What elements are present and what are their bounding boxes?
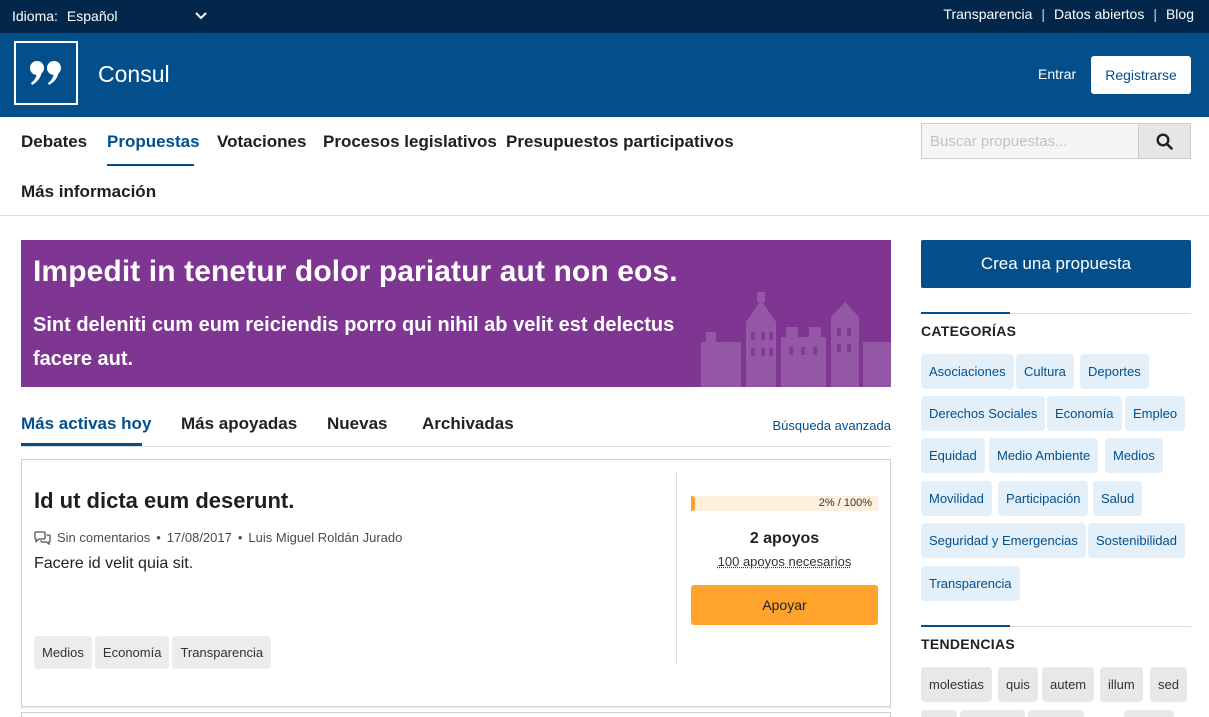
link-blog[interactable]: Blog — [1166, 6, 1194, 22]
proposal-author: Luis Miguel Roldán Jurado — [248, 530, 403, 545]
trend-tag[interactable]: illum — [1100, 667, 1143, 702]
meta-separator: • — [156, 530, 161, 545]
meta-separator: • — [237, 530, 243, 545]
categories-heading: CATEGORÍAS — [921, 323, 1017, 339]
separator: | — [1153, 6, 1157, 22]
category-tag[interactable]: Economía — [1047, 396, 1122, 431]
tag-economia[interactable]: Economía — [94, 636, 170, 669]
category-tag[interactable]: Transparencia — [921, 566, 1020, 601]
site-header: Consul Entrar Registrarse — [0, 33, 1209, 117]
create-proposal-button[interactable]: Crea una propuesta — [921, 240, 1191, 288]
category-tag[interactable]: Medio Ambiente — [989, 438, 1099, 473]
card-divider — [676, 472, 677, 664]
supports-needed: 100 apoyos necesarios — [717, 554, 852, 569]
tag-medios[interactable]: Medios — [34, 636, 92, 669]
category-tag[interactable]: Movilidad — [921, 481, 992, 516]
site-name[interactable]: Consul — [98, 61, 170, 88]
tab-mas-apoyadas[interactable]: Más apoyadas — [181, 414, 297, 434]
trend-tag[interactable]: autem — [1042, 667, 1095, 702]
progress-text: 2% / 100% — [818, 497, 872, 509]
nav-debates[interactable]: Debates — [21, 132, 87, 152]
nav-propuestas[interactable]: Propuestas — [107, 132, 200, 152]
comments-icon — [34, 530, 51, 545]
trend-tag-partial[interactable] — [921, 710, 957, 717]
support-button[interactable]: Apoyar — [691, 585, 878, 625]
category-tag[interactable]: Deportes — [1080, 354, 1149, 389]
link-transparencia[interactable]: Transparencia — [943, 6, 1032, 22]
category-tag[interactable]: Cultura — [1016, 354, 1074, 389]
category-tag[interactable]: Salud — [1093, 481, 1143, 516]
trend-tag-partial[interactable] — [1028, 710, 1084, 717]
nav-active-indicator — [107, 164, 194, 166]
language-label: Idioma: — [12, 8, 58, 24]
nav-mas-informacion[interactable]: Más información — [21, 182, 156, 202]
login-link[interactable]: Entrar — [1038, 66, 1076, 82]
categories-accent — [921, 312, 1010, 314]
nav-votaciones[interactable]: Votaciones — [217, 132, 306, 152]
advanced-search-link[interactable]: Búsqueda avanzada — [772, 418, 891, 433]
trends-accent — [921, 625, 1010, 627]
language-select[interactable]: Español — [67, 8, 207, 24]
category-tag[interactable]: Medios — [1105, 438, 1163, 473]
language-value: Español — [66, 8, 118, 24]
category-tag[interactable]: Participación — [998, 481, 1089, 516]
proposal-card: Id ut dicta eum deserunt. Sin comentario… — [21, 459, 891, 707]
category-tag[interactable]: Equidad — [921, 438, 985, 473]
top-links: Transparencia | Datos abiertos | Blog — [943, 6, 1194, 22]
trend-tag[interactable]: sed — [1150, 667, 1187, 702]
category-tag[interactable]: Derechos Sociales — [921, 396, 1046, 431]
category-tag[interactable]: Empleo — [1125, 396, 1186, 431]
language-selector[interactable]: Idioma: Español — [12, 8, 207, 24]
supports-count: 2 apoyos — [749, 530, 820, 547]
quote-logo-icon — [30, 61, 61, 85]
nav-presupuestos-participativos[interactable]: Presupuestos participativos — [506, 132, 734, 152]
proposal-meta: Sin comentarios • 17/08/2017 • Luis Migu… — [34, 530, 402, 545]
nav-procesos-legislativos[interactable]: Procesos legislativos — [323, 132, 497, 152]
tab-nuevas[interactable]: Nuevas — [327, 414, 387, 434]
banner-title: Impedit in tenetur dolor pariatur aut no… — [33, 255, 678, 288]
banner[interactable]: Impedit in tenetur dolor pariatur aut no… — [21, 240, 891, 387]
main-nav: Debates Propuestas Votaciones Procesos l… — [0, 117, 1209, 216]
proposal-description: Facere id velit quia sit. — [34, 555, 194, 572]
trend-tag[interactable]: molestias — [921, 667, 992, 702]
category-tag[interactable]: Seguridad y Emergencias — [921, 523, 1086, 558]
support-progress-bar: 2% / 100% — [691, 496, 878, 511]
link-datos-abiertos[interactable]: Datos abiertos — [1054, 6, 1144, 22]
tag-transparencia[interactable]: Transparencia — [172, 636, 272, 669]
proposal-date: 17/08/2017 — [166, 530, 232, 545]
trends-heading: TENDENCIAS — [921, 636, 1016, 652]
register-button[interactable]: Registrarse — [1091, 56, 1191, 94]
tab-active-indicator — [21, 443, 142, 446]
city-hall-illustration — [701, 292, 891, 387]
category-tag[interactable]: Asociaciones — [921, 354, 1014, 389]
trend-tag-partial[interactable] — [1124, 710, 1174, 717]
category-tag[interactable]: Sostenibilidad — [1088, 523, 1185, 558]
tab-archivadas[interactable]: Archivadas — [422, 414, 514, 434]
proposal-title[interactable]: Id ut dicta eum deserunt. — [34, 488, 294, 514]
banner-description: Sint deleniti cum eum reiciendis porro q… — [33, 314, 675, 370]
search-icon — [1156, 132, 1173, 150]
trend-tag[interactable]: quis — [998, 667, 1038, 702]
search-button[interactable] — [1138, 123, 1191, 159]
comments-count[interactable]: Sin comentarios — [57, 530, 150, 545]
search-form — [921, 123, 1191, 159]
trend-tag-partial[interactable] — [960, 710, 1025, 717]
logo[interactable] — [14, 41, 78, 105]
progress-fill — [691, 496, 695, 511]
proposal-tabs: Más activas hoy Más apoyadas Nuevas Arch… — [21, 402, 891, 447]
tab-mas-activas-hoy[interactable]: Más activas hoy — [21, 414, 151, 434]
proposal-tags: Medios Economía Transparencia — [34, 636, 272, 669]
search-input[interactable] — [921, 123, 1139, 159]
chevron-down-icon — [195, 12, 207, 20]
top-bar: Idioma: Español Transparencia | Datos ab… — [0, 0, 1209, 33]
separator: | — [1041, 6, 1046, 22]
next-proposal-card — [21, 712, 891, 717]
